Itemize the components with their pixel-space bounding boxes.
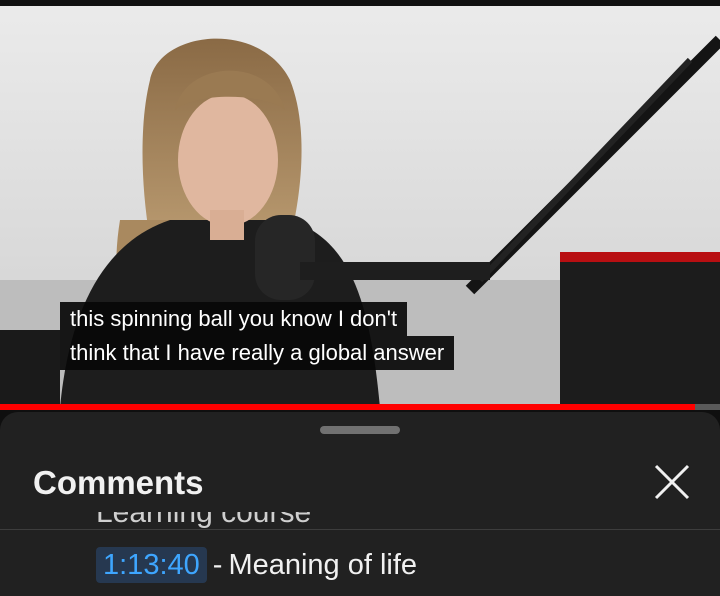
video-top-bar xyxy=(0,0,720,6)
caption-line: this spinning ball you know I don't xyxy=(60,302,408,336)
chapter-separator: - xyxy=(212,548,223,581)
progress-bar-fill xyxy=(0,404,695,410)
close-icon xyxy=(654,464,690,500)
sheet-title: Comments xyxy=(33,464,204,501)
close-button[interactable] xyxy=(650,460,694,504)
progress-bar[interactable] xyxy=(0,404,720,410)
chapter-title: Meaning of life xyxy=(228,548,418,581)
clipped-comment-line: Learning course xyxy=(96,512,311,538)
clipped-comment-text: Learning course xyxy=(96,512,312,529)
drag-handle[interactable] xyxy=(320,426,400,434)
comments-sheet: Comments Learning course 1:13:40 - Meani… xyxy=(0,412,720,596)
caption-line: think that I have really a global answer xyxy=(60,336,455,370)
video-player[interactable]: this spinning ball you know I don't thin… xyxy=(0,0,720,408)
captions: this spinning ball you know I don't thin… xyxy=(60,302,455,370)
chapter-row: 1:13:40 - Meaning of life xyxy=(96,546,417,584)
timestamp-link[interactable]: 1:13:40 xyxy=(96,547,207,583)
